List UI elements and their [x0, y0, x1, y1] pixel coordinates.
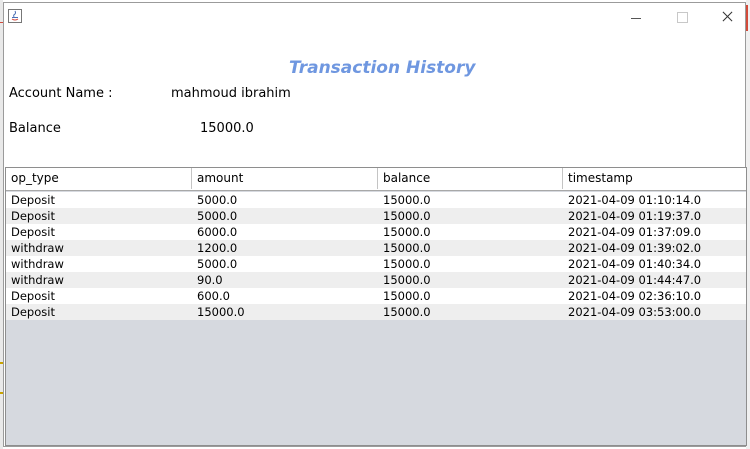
cell-amount: 15000.0: [197, 305, 245, 319]
cell-op-type: Deposit: [11, 209, 55, 223]
table-row[interactable]: Deposit 5000.0 15000.0 2021-04-09 01:10:…: [6, 192, 746, 208]
cell-timestamp: 2021-04-09 01:37:09.0: [568, 225, 702, 239]
table-row[interactable]: Deposit 6000.0 15000.0 2021-04-09 01:37:…: [6, 224, 746, 240]
table-header: op_type amount balance timestamp: [6, 168, 746, 191]
column-header-amount[interactable]: amount: [192, 168, 378, 189]
column-header-timestamp[interactable]: timestamp: [563, 168, 746, 189]
title-bar[interactable]: [4, 3, 745, 31]
cell-amount: 1200.0: [197, 241, 238, 255]
cell-op-type: Deposit: [11, 305, 55, 319]
table-body: Deposit 5000.0 15000.0 2021-04-09 01:10:…: [6, 192, 746, 320]
cell-op-type: withdraw: [11, 273, 64, 287]
cell-balance: 15000.0: [383, 209, 431, 223]
table-row[interactable]: withdraw 1200.0 15000.0 2021-04-09 01:39…: [6, 240, 746, 256]
minimize-icon[interactable]: [626, 9, 646, 25]
cell-op-type: withdraw: [11, 257, 64, 271]
cell-amount: 5000.0: [197, 257, 238, 271]
cell-balance: 15000.0: [383, 225, 431, 239]
cell-timestamp: 2021-04-09 03:53:00.0: [568, 305, 702, 319]
cell-balance: 15000.0: [383, 257, 431, 271]
cell-amount: 5000.0: [197, 209, 238, 223]
table-row[interactable]: withdraw 5000.0 15000.0 2021-04-09 01:40…: [6, 256, 746, 272]
table-row[interactable]: Deposit 5000.0 15000.0 2021-04-09 01:19:…: [6, 208, 746, 224]
cell-balance: 15000.0: [383, 305, 431, 319]
cell-amount: 6000.0: [197, 225, 238, 239]
cell-balance: 15000.0: [383, 193, 431, 207]
cell-amount: 600.0: [197, 289, 230, 303]
transactions-table[interactable]: op_type amount balance timestamp Deposit…: [5, 167, 747, 446]
cell-op-type: Deposit: [11, 289, 55, 303]
balance-value: 15000.0: [200, 121, 254, 136]
page-title: Transaction History: [289, 58, 476, 78]
maximize-icon[interactable]: [672, 9, 692, 25]
column-header-op-type[interactable]: op_type: [6, 168, 192, 189]
cell-timestamp: 2021-04-09 01:10:14.0: [568, 193, 702, 207]
cell-timestamp: 2021-04-09 02:36:10.0: [568, 289, 702, 303]
java-app-icon[interactable]: [8, 9, 22, 23]
cell-timestamp: 2021-04-09 01:39:02.0: [568, 241, 702, 255]
cell-timestamp: 2021-04-09 01:19:37.0: [568, 209, 702, 223]
balance-label: Balance: [9, 121, 61, 136]
cell-timestamp: 2021-04-09 01:40:34.0: [568, 257, 702, 271]
cell-timestamp: 2021-04-09 01:44:47.0: [568, 273, 702, 287]
cell-balance: 15000.0: [383, 273, 431, 287]
cell-balance: 15000.0: [383, 241, 431, 255]
cell-amount: 5000.0: [197, 193, 238, 207]
cell-balance: 15000.0: [383, 289, 431, 303]
account-name-value: mahmoud ibrahim: [171, 86, 291, 101]
column-header-balance[interactable]: balance: [378, 168, 563, 189]
cell-op-type: Deposit: [11, 225, 55, 239]
table-row[interactable]: Deposit 600.0 15000.0 2021-04-09 02:36:1…: [6, 288, 746, 304]
cell-amount: 90.0: [197, 273, 223, 287]
cell-op-type: withdraw: [11, 241, 64, 255]
close-icon[interactable]: [717, 9, 737, 25]
table-row[interactable]: withdraw 90.0 15000.0 2021-04-09 01:44:4…: [6, 272, 746, 288]
cell-op-type: Deposit: [11, 193, 55, 207]
account-name-label: Account Name :: [9, 86, 113, 101]
table-row[interactable]: Deposit 15000.0 15000.0 2021-04-09 03:53…: [6, 304, 746, 320]
transaction-history-window: Transaction History Account Name : mahmo…: [3, 2, 747, 447]
